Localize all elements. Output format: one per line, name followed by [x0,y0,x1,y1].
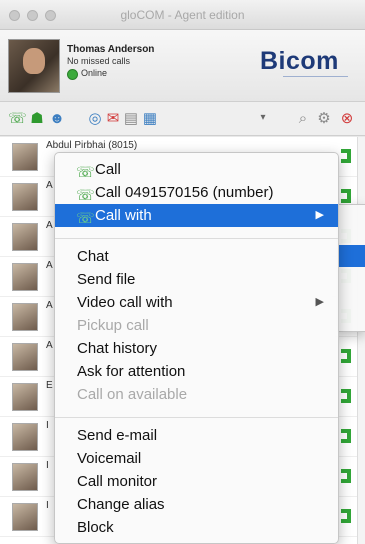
contact-name: A [46,300,53,311]
globe-icon[interactable]: ◎ [86,110,104,128]
presence-status[interactable]: Online [81,68,107,78]
menu-item-voicemail[interactable]: Voicemail [55,447,338,470]
menu-item-label: Chat [77,248,109,265]
menu-item-label: Call monitor [77,473,158,490]
fax-icon[interactable]: ▤ [122,110,140,128]
menu-item-label: Send file [77,271,136,288]
message-icon[interactable]: ✉ [104,110,122,128]
phone-icon[interactable] [341,189,351,203]
dropdown-icon[interactable]: ▾ [255,112,271,126]
menu-item-call[interactable]: ☏ Call [55,158,338,181]
menu-item-call-number[interactable]: ☏ Call 0491570156 (number) [55,181,338,204]
contact-avatar [12,463,38,491]
menu-item-label: Pickup call [77,317,149,334]
contact-name: I [46,500,49,511]
menu-separator [55,238,338,239]
window-titlebar: gloCOM - Agent edition [0,0,365,30]
close-icon[interactable]: ⊗ [338,110,356,128]
contact-avatar [12,263,38,291]
menu-item-pickup-call: Pickup call [55,314,338,337]
contact-context-menu: ☏ Call ☏ Call 0491570156 (number) ☏ Call… [54,152,339,544]
menu-item-change-alias[interactable]: Change alias [55,493,338,516]
menu-item-send-email[interactable]: Send e-mail [55,424,338,447]
menu-item-label: Call 0491570156 (number) [95,184,274,201]
contact-avatar [12,303,38,331]
menu-item-label: Change alias [77,496,165,513]
phone-icon[interactable] [341,349,351,363]
phone-icon[interactable] [341,429,351,443]
contact-name: Abdul Pirbhai (8015) [46,140,138,151]
phone-icon[interactable] [341,149,351,163]
menu-item-label: Send e-mail [77,427,158,444]
voicemail-icon[interactable]: ▦ [141,110,159,128]
user-header: Thomas Anderson No missed calls Online B… [0,30,365,102]
contact-name: I [46,460,49,471]
menu-item-ask-for-attention[interactable]: Ask for attention [55,360,338,383]
user-name: Thomas Anderson [67,44,155,55]
menu-item-call-on-available: Call on available [55,383,338,406]
call-icon[interactable]: ☏ [8,110,27,128]
menu-item-label: Chat history [77,340,158,357]
online-status-icon[interactable] [67,69,78,80]
menu-separator [55,417,338,418]
contact-avatar [12,143,38,171]
menu-item-call-monitor[interactable]: Call monitor [55,470,338,493]
contact-avatar [12,503,38,531]
window-title: gloCOM - Agent edition [120,8,245,22]
contact-avatar [12,223,38,251]
toolbar: ☏ ☗ ☻ ◎ ✉ ▤ ▦ ▾ ⌕ ⚙ ⊗ [0,102,365,136]
menu-item-label: Call with [95,207,152,224]
missed-calls-text: No missed calls [67,56,131,66]
contact-avatar [12,343,38,371]
contact-avatar [12,423,38,451]
submenu-arrow-icon: ▶ [315,209,324,221]
contact-avatar [12,183,38,211]
contact-avatar [12,383,38,411]
menu-item-label: Call on available [77,386,188,403]
menu-item-call-with[interactable]: ☏ Call with ▶ [55,204,338,227]
menu-item-label: Ask for attention [77,363,186,380]
search-icon[interactable]: ⌕ [294,110,312,128]
submenu-arrow-icon: ▶ [315,296,324,308]
contact-name: A [46,340,53,351]
phone-icon: ☏ [76,210,95,227]
menu-item-label: Block [77,519,114,536]
menu-item-video-call-with[interactable]: Video call with ▶ [55,291,338,314]
menu-item-label: Video call with [77,294,173,311]
group-icon[interactable]: ☻ [48,110,66,128]
phone-icon[interactable] [341,509,351,523]
contact-name: A [46,260,53,271]
user-avatar[interactable] [8,39,60,93]
menu-item-label: Voicemail [77,450,142,467]
menu-item-label: Call [95,161,121,178]
menu-item-send-file[interactable]: Send file [55,268,338,291]
contacts-icon[interactable]: ☗ [28,110,46,128]
contact-name: E [46,380,53,391]
phone-icon[interactable] [341,469,351,483]
menu-item-chat-history[interactable]: Chat history [55,337,338,360]
contact-name: A [46,180,53,191]
contact-name: A [46,220,53,231]
contact-name: I [46,420,49,431]
menu-item-block[interactable]: Block [55,516,338,539]
brand-underline [283,76,348,80]
brand-logo: Bicom [260,47,339,75]
list-scrollbar[interactable] [357,137,365,544]
phone-icon[interactable] [341,389,351,403]
settings-icon[interactable]: ⚙ [315,110,333,128]
menu-item-chat[interactable]: Chat [55,245,338,268]
call-with-submenu[interactable] [337,204,365,332]
submenu-selected-item[interactable] [338,245,365,267]
